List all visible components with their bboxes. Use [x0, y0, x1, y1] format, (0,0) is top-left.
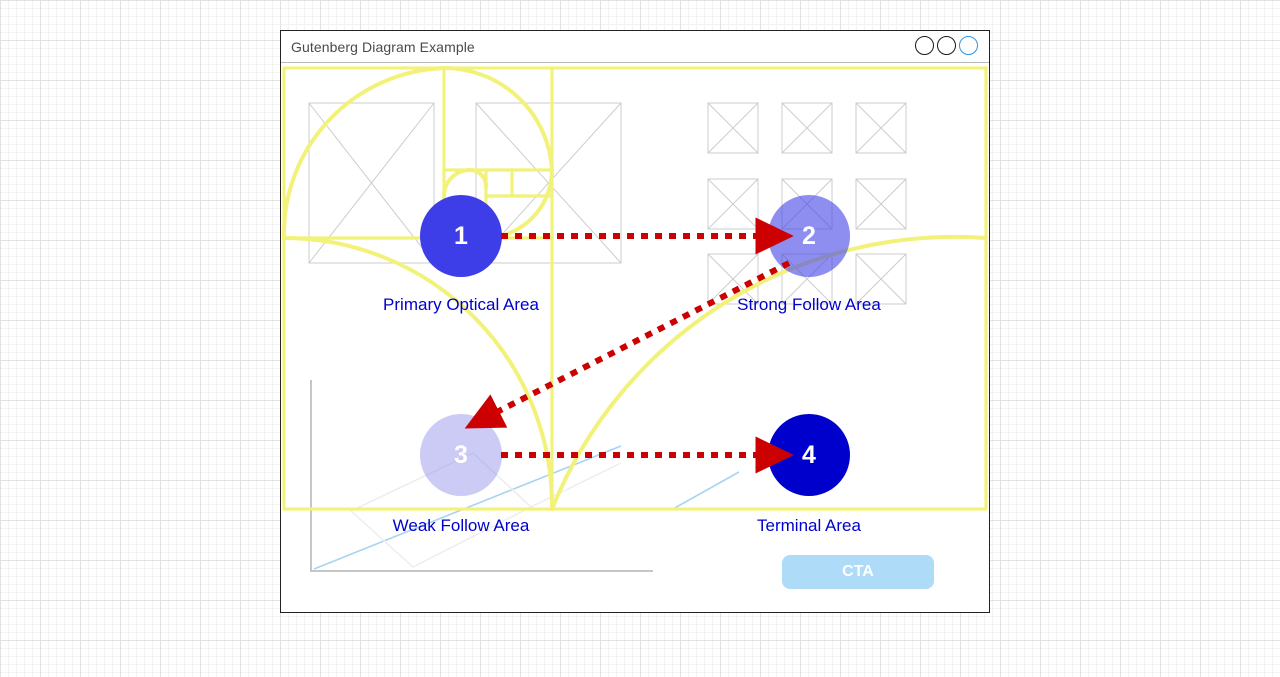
diagram-canvas[interactable]: 1 2 3 4 Primary Optical Area Strong Foll… — [281, 63, 989, 612]
node-weak-follow-area[interactable]: 3 — [420, 414, 502, 496]
node-strong-follow-area[interactable]: 2 — [768, 195, 850, 277]
label-weak-follow-area: Weak Follow Area — [392, 516, 530, 535]
window-controls — [915, 36, 978, 55]
label-primary-optical-area: Primary Optical Area — [383, 295, 539, 314]
maximize-button[interactable] — [937, 36, 956, 55]
label-terminal-area: Terminal Area — [757, 516, 861, 535]
label-strong-follow-area: Strong Follow Area — [737, 295, 881, 314]
window-titlebar: Gutenberg Diagram Example — [281, 31, 989, 63]
node-primary-optical-area[interactable]: 1 — [420, 195, 502, 277]
node-terminal-area[interactable]: 4 — [768, 414, 850, 496]
golden-ratio-grid — [282, 66, 988, 511]
minimize-button[interactable] — [915, 36, 934, 55]
application-window: Gutenberg Diagram Example 1 2 3 4 Primar… — [280, 30, 990, 613]
fibonacci-spiral-curve — [281, 65, 988, 511]
window-title: Gutenberg Diagram Example — [291, 39, 475, 55]
cta-button[interactable]: CTA — [782, 555, 934, 589]
close-button[interactable] — [959, 36, 978, 55]
